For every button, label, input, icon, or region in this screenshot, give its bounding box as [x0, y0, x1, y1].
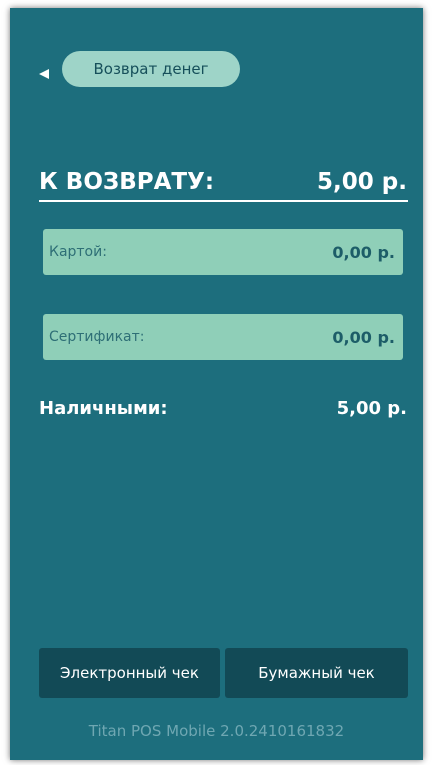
- electronic-receipt-button[interactable]: Электронный чек: [39, 648, 220, 698]
- card-payment-label: Картой:: [49, 244, 107, 260]
- paper-receipt-button[interactable]: Бумажный чек: [225, 648, 408, 698]
- refund-total-row: К ВОЗВРАТУ: 5,00 р.: [39, 164, 407, 200]
- cash-value: 5,00 р.: [336, 397, 407, 419]
- refund-total-value: 5,00 р.: [317, 169, 407, 195]
- refund-total-label: К ВОЗВРАТУ:: [39, 169, 215, 195]
- back-button-label: Возврат денег: [93, 60, 209, 78]
- electronic-receipt-label: Электронный чек: [60, 664, 199, 682]
- card-payment-value: 0,00 р.: [332, 242, 395, 262]
- app-version: Titan POS Mobile 2.0.2410161832: [88, 722, 345, 740]
- certificate-payment-label: Сертификат:: [49, 329, 145, 345]
- cash-label: Наличными:: [39, 397, 168, 419]
- paper-receipt-label: Бумажный чек: [258, 664, 375, 682]
- certificate-payment-value: 0,00 р.: [332, 327, 395, 347]
- refund-screen: Возврат денег К ВОЗВРАТУ: 5,00 р. Картой…: [10, 8, 423, 760]
- back-button[interactable]: Возврат денег: [62, 51, 240, 87]
- certificate-payment-field[interactable]: Сертификат: 0,00 р.: [43, 314, 403, 360]
- back-arrow-icon[interactable]: [39, 69, 49, 79]
- cash-row: Наличными: 5,00 р.: [39, 393, 407, 423]
- card-payment-field[interactable]: Картой: 0,00 р.: [43, 229, 403, 275]
- total-divider: [39, 200, 408, 202]
